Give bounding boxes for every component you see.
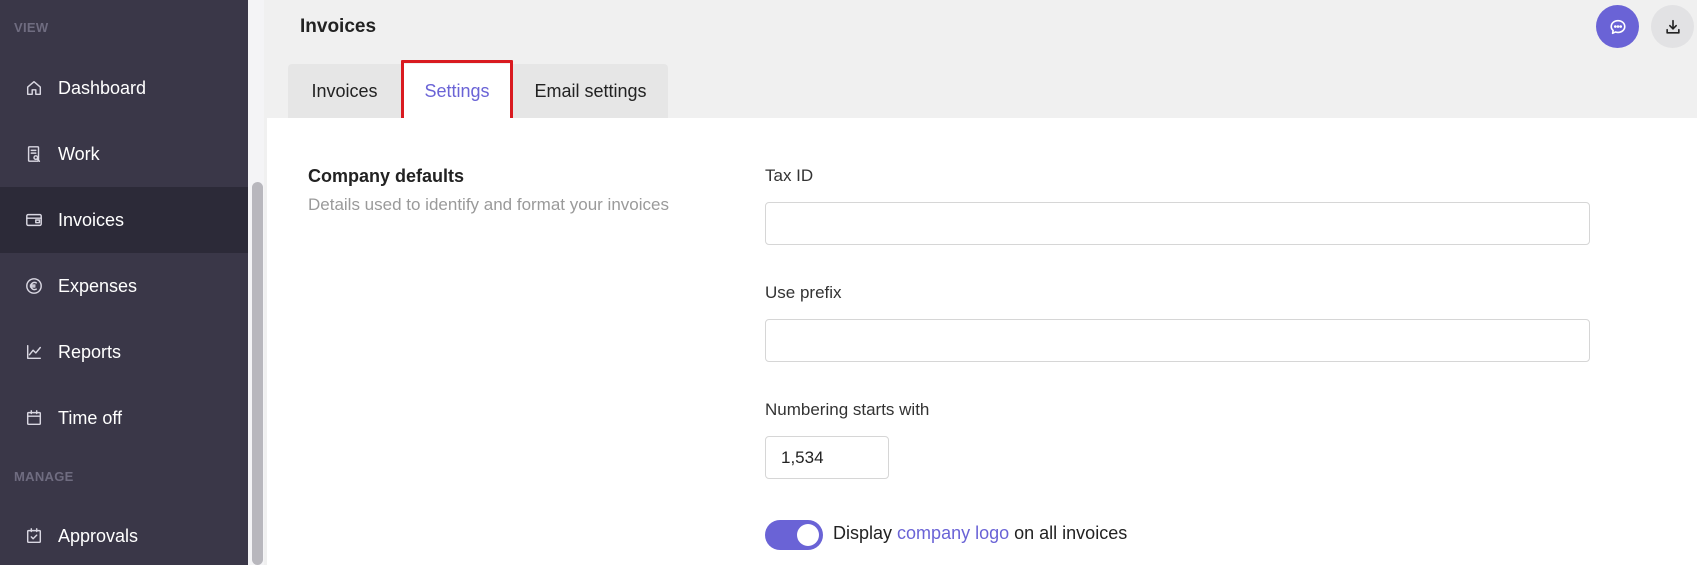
use-prefix-label: Use prefix bbox=[765, 283, 842, 302]
calendar-icon bbox=[24, 408, 44, 428]
company-logo-link[interactable]: company logo bbox=[897, 523, 1009, 543]
sidebar-item-expenses[interactable]: Expenses bbox=[0, 253, 248, 319]
sidebar-item-label: Expenses bbox=[58, 275, 138, 296]
sidebar-item-dashboard[interactable]: Dashboard bbox=[0, 55, 248, 121]
sidebar-item-work[interactable]: Work bbox=[0, 121, 248, 187]
sidebar-item-time-off[interactable]: Time off bbox=[0, 385, 248, 451]
toggle-text-before: Display bbox=[833, 523, 893, 543]
home-icon bbox=[24, 78, 44, 98]
tab-settings[interactable]: Settings bbox=[404, 64, 510, 118]
tab-email-settings[interactable]: Email settings bbox=[513, 64, 668, 118]
toggle-knob bbox=[797, 524, 819, 546]
sidebar-item-label: Approvals bbox=[58, 525, 139, 546]
euro-circle-icon bbox=[24, 276, 44, 296]
download-button[interactable] bbox=[1651, 5, 1694, 48]
use-prefix-input[interactable] bbox=[765, 319, 1590, 362]
chat-bubble-icon bbox=[1609, 19, 1626, 34]
tab-invoices[interactable]: Invoices bbox=[288, 64, 401, 118]
sidebar-item-label: Dashboard bbox=[58, 77, 147, 98]
wallet-icon bbox=[24, 210, 44, 230]
sidebar-item-label: Reports bbox=[58, 341, 122, 362]
numbering-label: Numbering starts with bbox=[765, 400, 930, 419]
calendar-check-icon bbox=[24, 526, 44, 546]
sidebar-item-approvals[interactable]: Approvals bbox=[0, 503, 248, 565]
tax-id-label: Tax ID bbox=[765, 166, 814, 185]
sidebar-section-manage: MANAGE bbox=[14, 469, 74, 484]
sidebar-scrollbar-thumb[interactable] bbox=[252, 182, 263, 565]
company-logo-toggle-label: Display company logo on all invoices bbox=[833, 523, 1127, 544]
sidebar-item-invoices[interactable]: Invoices bbox=[0, 187, 248, 253]
sidebar-item-label: Work bbox=[58, 143, 100, 164]
page-title: Invoices bbox=[300, 16, 377, 37]
tax-id-input[interactable] bbox=[765, 202, 1590, 245]
company-logo-toggle[interactable] bbox=[765, 520, 823, 550]
download-icon bbox=[1665, 19, 1680, 34]
sidebar-section-view: VIEW bbox=[14, 20, 49, 35]
sidebar: VIEW Dashboard Work Invoices Expenses Re… bbox=[0, 0, 248, 565]
chat-button[interactable] bbox=[1596, 5, 1639, 48]
numbering-start-input[interactable] bbox=[765, 436, 889, 479]
toggle-text-after: on all invoices bbox=[1014, 523, 1128, 543]
sidebar-item-reports[interactable]: Reports bbox=[0, 319, 248, 385]
section-description: Details used to identify and format your… bbox=[308, 195, 669, 214]
sidebar-item-label: Invoices bbox=[58, 209, 125, 230]
sidebar-item-label: Time off bbox=[58, 407, 123, 428]
line-chart-icon bbox=[24, 342, 44, 362]
section-title: Company defaults bbox=[308, 166, 465, 186]
clipboard-icon bbox=[24, 144, 44, 164]
